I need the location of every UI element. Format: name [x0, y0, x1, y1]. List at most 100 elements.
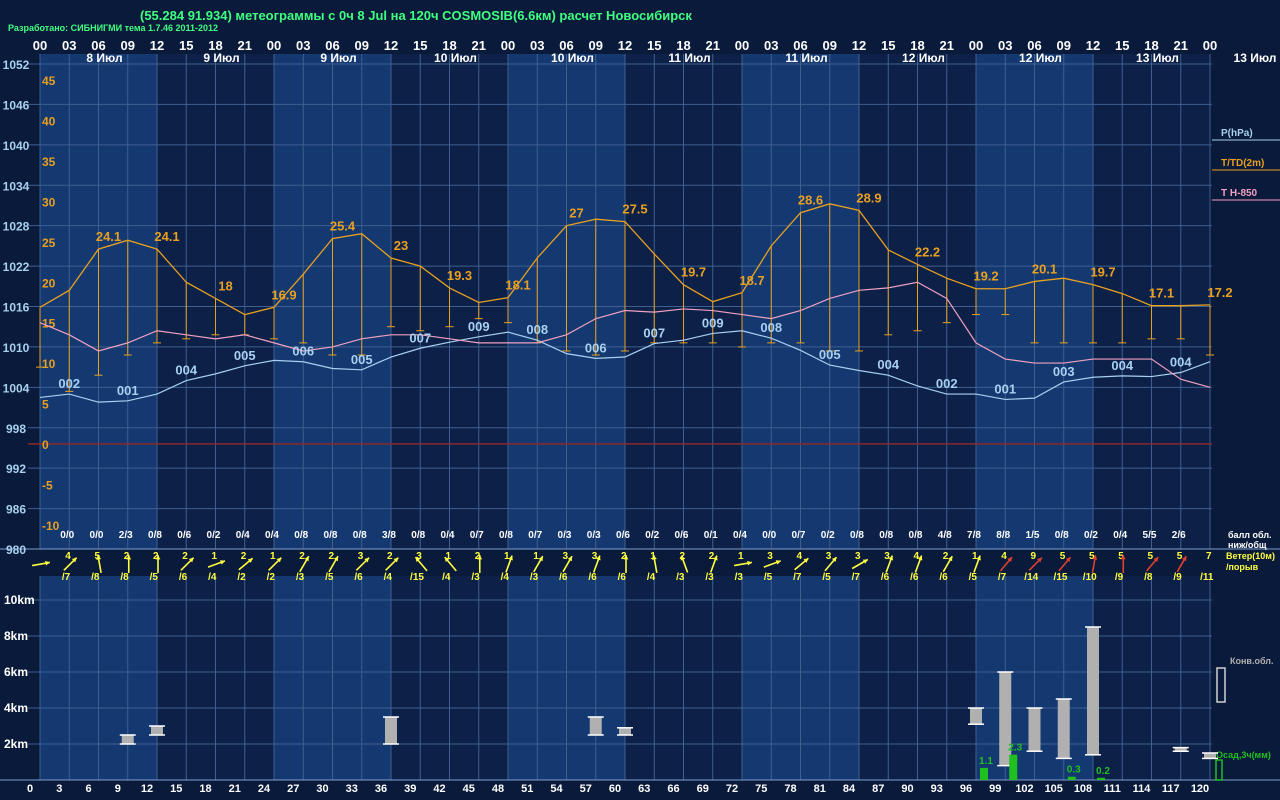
pressure-data-label: 006: [292, 344, 314, 359]
bottom-hour-tick: 12: [141, 783, 153, 795]
wind-gust: /9: [1173, 572, 1182, 583]
day-label: 10 Июл: [434, 51, 477, 65]
cloud-cover-value: 0/8: [353, 530, 367, 541]
cloud-legend: ниж/общ: [1228, 540, 1267, 550]
top-hour-tick: 15: [179, 38, 193, 53]
wind-gust: /3: [735, 572, 744, 583]
pressure-data-label: 007: [409, 330, 431, 345]
pressure-data-label: 001: [117, 383, 139, 398]
day-label: 10 Июл: [551, 51, 594, 65]
wind-gust: /4: [384, 572, 393, 583]
wind-speed: 1: [738, 551, 744, 562]
cloud-cover-value: 0/2: [207, 530, 221, 541]
bottom-hour-tick: 105: [1045, 783, 1063, 795]
convective-cloud-bar: [970, 708, 982, 725]
bottom-hour-tick: 27: [287, 783, 299, 795]
day-label: 12 Июл: [1019, 51, 1062, 65]
bottom-hour-tick: 18: [199, 783, 211, 795]
bottom-hour-tick: 108: [1074, 783, 1092, 795]
pressure-data-label: 002: [58, 376, 80, 391]
wind-speed: 3: [884, 551, 890, 562]
convective-cloud-bar: [385, 717, 397, 744]
precip-bar: [980, 767, 988, 780]
bottom-hour-tick: 6: [85, 783, 91, 795]
t850-legend: T H-850: [1221, 188, 1258, 199]
bottom-hour-tick: 75: [755, 783, 767, 795]
bottom-hour-tick: 99: [989, 783, 1001, 795]
cloud-cover-value: 0/0: [60, 530, 74, 541]
wind-gust: /4: [208, 572, 217, 583]
bottom-hour-tick: 51: [521, 783, 533, 795]
wind-gust: /3: [530, 572, 539, 583]
wind-speed: 3: [855, 551, 861, 562]
cloud-cover-value: 0/7: [792, 530, 806, 541]
temperature-legend: T/TD(2m): [1221, 158, 1264, 169]
bottom-hour-tick: 33: [346, 783, 358, 795]
cloud-cover-value: 0/1: [704, 530, 718, 541]
wind-gust: /6: [354, 572, 363, 583]
bottom-hour-tick: 102: [1015, 783, 1033, 795]
convective-cloud-bar: [619, 727, 631, 735]
wind-gust: /15: [1054, 572, 1068, 583]
wind-gust: /11: [1200, 572, 1214, 583]
precip-label: 2.3: [1008, 743, 1022, 754]
cloud-cover-value: 0/8: [499, 530, 513, 541]
bottom-hour-tick: 42: [433, 783, 445, 795]
convective-cloud-bar: [121, 735, 134, 744]
cloud-legend: балл обл.: [1228, 530, 1272, 540]
pressure-data-label: 004: [175, 363, 197, 378]
temperature-data-label: 27: [569, 206, 583, 221]
bottom-hour-tick: 45: [463, 783, 475, 795]
wind-speed: 7: [1206, 551, 1212, 562]
cloud-cover-value: 0/4: [236, 530, 250, 541]
wind-gust: /6: [179, 572, 188, 583]
wind-gust: /7: [793, 572, 802, 583]
cloud-cover-value: 0/8: [850, 530, 864, 541]
convective-cloud-bar: [1028, 708, 1041, 752]
cloud-cover-value: 4/8: [938, 530, 952, 541]
temperature-tick: 45: [42, 74, 56, 88]
pressure-data-label: 009: [468, 319, 490, 334]
top-hour-tick: 15: [413, 38, 427, 53]
wind-gust: /4: [501, 572, 510, 583]
top-hour-tick: 03: [530, 38, 544, 53]
chart-title: (55.284 91.934) метеограммы с 0ч 8 Jul н…: [140, 8, 692, 23]
cloud-cover-value: 0/7: [470, 530, 484, 541]
bottom-hour-tick: 48: [492, 783, 504, 795]
pressure-tick: 1022: [3, 260, 30, 274]
wind-gust: /5: [764, 572, 773, 583]
precip-bar: [1009, 754, 1018, 780]
temperature-tick: -10: [42, 519, 60, 533]
top-hour-tick: 00: [735, 38, 749, 53]
pressure-tick: 998: [6, 422, 26, 436]
day-label: 9 Июл: [320, 51, 356, 65]
temperature-data-label: 24.1: [154, 229, 179, 244]
wind-speed: 4: [65, 551, 71, 562]
wind-gust: /8: [91, 572, 100, 583]
pressure-legend: P(hPa): [1221, 128, 1253, 139]
temperature-data-label: 17.2: [1207, 285, 1232, 300]
bottom-hour-tick: 81: [814, 783, 826, 795]
bottom-hour-tick: 93: [931, 783, 943, 795]
bottom-hour-tick: 111: [1104, 783, 1121, 795]
wind-legend: /порыв: [1226, 562, 1259, 572]
cloud-cover-value: 0/8: [324, 530, 338, 541]
temperature-data-label: 19.2: [973, 269, 998, 284]
bottom-hour-axis: 0 3 6 9 12 15 18 21 24 27 30 33 36 39 42 45 48 51 54 57 60 63…: [27, 783, 1209, 795]
cloud-cover-value: 0/2: [645, 530, 659, 541]
cloud-cover-value: 2/3: [119, 530, 133, 541]
top-hour-tick: 00: [969, 38, 983, 53]
pressure-tick: 1004: [3, 381, 30, 395]
wind-speed: 5: [1177, 551, 1183, 562]
cloud-cover-value: 0/4: [265, 530, 279, 541]
top-hour-tick: 12: [618, 38, 632, 53]
precip-bar: [1067, 776, 1076, 780]
pressure-data-label: 002: [936, 376, 958, 391]
temperature-data-label: 28.6: [798, 193, 823, 208]
height-tick: 2km: [4, 737, 28, 751]
cloud-cover-value: 2/6: [1172, 530, 1186, 541]
wind-gust: /9: [1115, 572, 1124, 583]
wind-gust: /6: [559, 572, 568, 583]
top-hour-tick: 03: [296, 38, 310, 53]
temperature-data-label: 20.1: [1032, 261, 1057, 276]
